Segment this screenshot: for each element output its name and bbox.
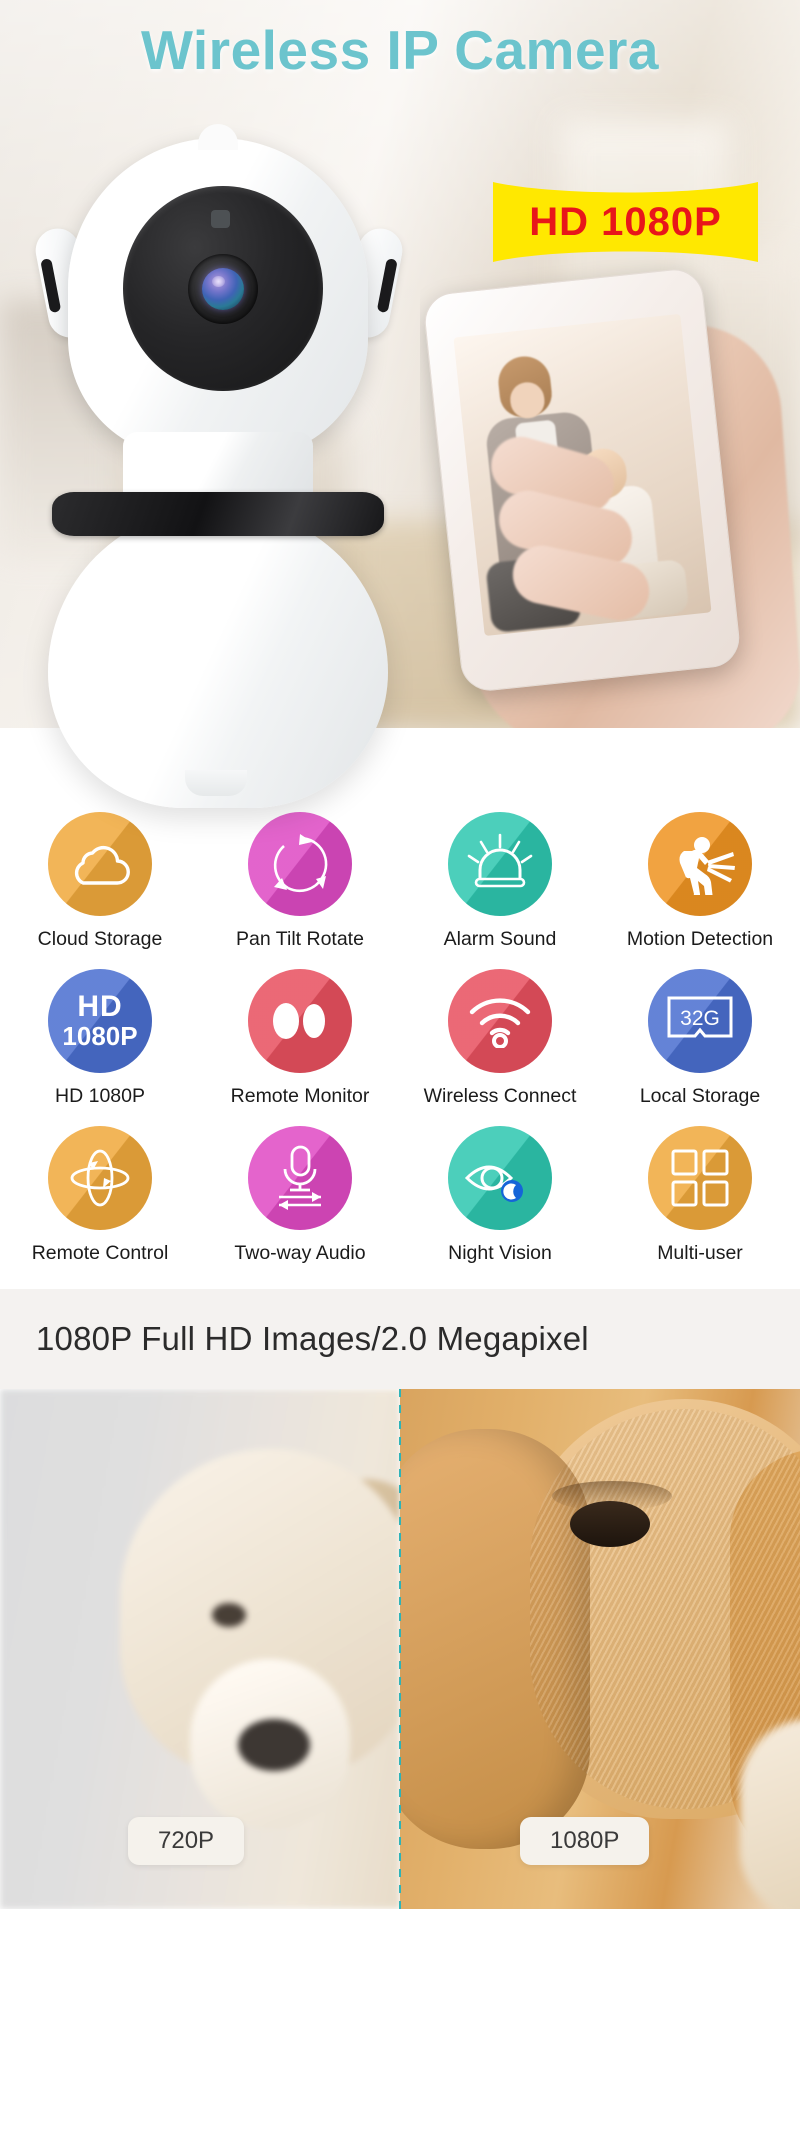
feature-label: Local Storage bbox=[639, 1085, 761, 1107]
features-grid: Cloud Storage Pan Tilt Rotate Alarm Soun… bbox=[0, 800, 800, 1275]
hd-icon-line1: HD bbox=[77, 990, 123, 1024]
dog-eye-blurred bbox=[212, 1603, 246, 1627]
hero-section: Wireless IP Camera HD 1080P bbox=[0, 0, 800, 808]
four-squares-icon bbox=[648, 1126, 752, 1230]
features-row: Remote Control Two-way Audio Night Visio… bbox=[0, 1126, 800, 1265]
rotation-axes-icon bbox=[48, 1126, 152, 1230]
features-row: HD 1080P HD 1080P Remote Monitor Wireles… bbox=[0, 969, 800, 1108]
hd-icon-line2: 1080P bbox=[62, 1021, 138, 1052]
feature-label: Motion Detection bbox=[626, 928, 774, 950]
feature-local-storage[interactable]: 32G Local Storage bbox=[600, 969, 800, 1108]
feature-night-vision[interactable]: Night Vision bbox=[400, 1126, 600, 1265]
feature-remote-control[interactable]: Remote Control bbox=[0, 1126, 200, 1265]
camera-light-sensor bbox=[211, 210, 230, 228]
feature-label: Two-way Audio bbox=[234, 1242, 366, 1264]
comparison-label-720p: 720P bbox=[128, 1817, 245, 1865]
comparison-divider bbox=[399, 1389, 401, 1909]
camera-lens-ring bbox=[188, 254, 258, 324]
comparison-label-1080p: 1080P bbox=[520, 1817, 650, 1865]
feature-label: Wireless Connect bbox=[423, 1085, 577, 1107]
feature-label: Pan Tilt Rotate bbox=[236, 928, 364, 950]
feature-motion-detection[interactable]: Motion Detection bbox=[600, 812, 800, 951]
feature-label: Multi-user bbox=[657, 1242, 743, 1264]
camera-lens bbox=[202, 268, 244, 310]
feature-alarm-sound[interactable]: Alarm Sound bbox=[400, 812, 600, 951]
hd-1080p-text-icon: HD 1080P bbox=[48, 969, 152, 1073]
resolution-banner-text: 1080P Full HD Images/2.0 Megapixel bbox=[36, 1320, 589, 1357]
feature-label: Alarm Sound bbox=[443, 928, 557, 950]
feature-cloud-storage[interactable]: Cloud Storage bbox=[0, 812, 200, 951]
wifi-icon bbox=[448, 969, 552, 1073]
hd-badge: HD 1080P bbox=[493, 182, 758, 262]
quality-comparison-image: 720P 1080P bbox=[0, 1389, 800, 1909]
ip-camera-product-image bbox=[30, 110, 410, 810]
sd-card-icon: 32G bbox=[648, 969, 752, 1073]
feature-two-way-audio[interactable]: Two-way Audio bbox=[200, 1126, 400, 1265]
eye-moon-icon bbox=[448, 1126, 552, 1230]
feature-label: HD 1080P bbox=[55, 1085, 145, 1107]
dog-eye-sharp bbox=[570, 1501, 650, 1547]
resolution-banner: 1080P Full HD Images/2.0 Megapixel bbox=[0, 1289, 800, 1389]
hd-badge-label: HD 1080P bbox=[529, 199, 722, 244]
feature-hd-1080p[interactable]: HD 1080P HD 1080P bbox=[0, 969, 200, 1108]
sd-card-capacity-text: 32G bbox=[680, 1007, 720, 1030]
feature-label: Remote Monitor bbox=[230, 1085, 370, 1107]
microphone-arrows-icon bbox=[248, 1126, 352, 1230]
page-title: Wireless IP Camera bbox=[140, 19, 660, 81]
feature-pan-tilt-rotate[interactable]: Pan Tilt Rotate bbox=[200, 812, 400, 951]
camera-foot bbox=[185, 770, 247, 796]
siren-icon bbox=[448, 812, 552, 916]
hand-holding-phone-image bbox=[420, 250, 800, 728]
feature-wireless-connect[interactable]: Wireless Connect bbox=[400, 969, 600, 1108]
dog-nose-blurred bbox=[238, 1719, 310, 1771]
two-eyes-icon bbox=[248, 969, 352, 1073]
camera-head bbox=[68, 124, 368, 458]
features-row: Cloud Storage Pan Tilt Rotate Alarm Soun… bbox=[0, 812, 800, 951]
camera-face-panel bbox=[123, 186, 323, 391]
camera-black-band bbox=[52, 492, 384, 536]
feature-label: Cloud Storage bbox=[37, 928, 163, 950]
camera-base bbox=[48, 508, 388, 808]
feature-remote-monitor[interactable]: Remote Monitor bbox=[200, 969, 400, 1108]
feature-label: Night Vision bbox=[448, 1242, 552, 1264]
intruder-beam-icon bbox=[648, 812, 752, 916]
cloud-icon bbox=[48, 812, 152, 916]
feature-multi-user[interactable]: Multi-user bbox=[600, 1126, 800, 1265]
feature-label: Remote Control bbox=[31, 1242, 169, 1264]
rotate-arrows-icon bbox=[248, 812, 352, 916]
